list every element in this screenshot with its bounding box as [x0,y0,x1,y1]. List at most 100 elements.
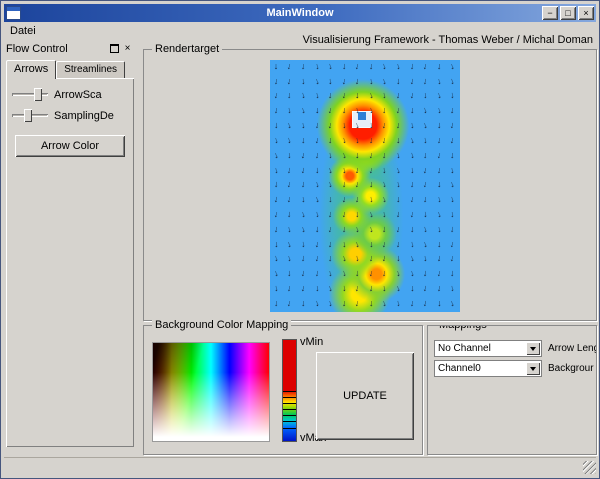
flow-arrow-icon: ↓ [436,225,442,235]
flow-arrow-icon: ↓ [355,195,361,205]
flow-arrow-icon: ↓ [423,195,429,204]
flow-arrow-icon: ↓ [300,62,306,71]
flow-arrow-icon: ↓ [368,165,374,175]
dropdown-button[interactable] [526,362,540,375]
flow-arrow-icon: ↓ [409,76,415,86]
background-mapping-row: Channel0 Backgrour [434,360,594,377]
slider-track[interactable] [12,93,48,96]
flow-arrow-icon: ↓ [327,180,333,190]
flow-arrow-icon: ↓ [286,76,292,86]
flow-arrow-icon: ↓ [273,106,279,116]
colorbar-tick [283,391,296,392]
flow-arrow-icon: ↓ [327,150,333,160]
flow-arrow-icon: ↓ [287,195,293,205]
flow-arrow-icon: ↓ [368,76,373,85]
sampling-density-slider[interactable] [12,108,48,123]
flow-arrow-icon: ↓ [409,135,415,145]
flow-arrow-icon: ↓ [409,180,415,189]
flow-arrow-icon: ↓ [422,121,429,131]
chevron-down-icon [530,347,536,351]
flow-arrow-icon: ↓ [300,224,306,234]
flow-arrow-icon: ↓ [287,106,293,116]
background-color-mapping-legend: Background Color Mapping [152,319,291,331]
flow-arrow-icon: ↓ [314,284,319,293]
flow-arrow-icon: ↓ [313,195,320,205]
flow-arrow-icon: ↓ [273,91,280,101]
vector-field[interactable]: ↓ ↓ ↓ ↓ ↓ ↓ ↓ ↓ ↓ ↓ ↓ ↓ ↓ ↓ ↓ ↓ ↓ ↓ ↓ ↓ ↓ ↓ ↓ ↓ ↓ ↓ ↓ ↓ ↓ ↓ ↓ ↓ ↓ ↓ ↓ ↓ ↓ ↓ ↓ ↓… [270,60,460,312]
flow-arrow-icon: ↓ [382,210,387,219]
flow-arrow-icon: ↓ [437,121,442,130]
tab-arrows[interactable]: Arrows [6,60,56,79]
flow-arrow-icon: ↓ [341,121,346,130]
flow-arrow-icon: ↓ [314,225,319,234]
arrows-tab-page: ArrowSca SamplingDe Arrow Color [6,78,134,447]
dock-close-button[interactable]: × [121,42,134,55]
flow-arrow-icon: ↓ [450,225,456,235]
flow-arrow-icon: ↓ [314,180,320,190]
flow-arrow-icon: ↓ [314,121,320,131]
tab-streamlines[interactable]: Streamlines [56,61,125,78]
flow-arrow-icon: ↓ [341,91,347,101]
update-button[interactable]: UPDATE [316,352,414,440]
flow-arrow-icon: ↓ [313,76,320,86]
main-panel: Visualisierung Framework - Thomas Weber … [141,41,596,457]
background-combobox[interactable]: Channel0 [434,360,542,377]
flow-arrow-icon: ↓ [368,136,374,145]
flow-arrow-icon: ↓ [382,284,387,293]
flow-arrow-icon: ↓ [287,210,292,219]
flow-arrow-icon: ↓ [354,284,360,294]
flow-arrow-icon: ↓ [395,210,401,220]
flow-arrow-icon: ↓ [437,62,442,71]
flow-arrow-icon: ↓ [300,180,305,189]
flow-arrow-icon: ↓ [300,269,306,279]
flow-arrow-icon: ↓ [287,151,292,160]
app-icon[interactable] [6,6,21,20]
arrow-scale-slider[interactable] [12,87,48,102]
flow-arrow-icon: ↓ [314,150,320,160]
colorbar[interactable] [282,339,297,442]
flow-arrow-icon: ↓ [381,180,387,190]
flow-arrow-icon: ↓ [273,225,279,235]
flow-arrow-icon: ↓ [300,165,306,175]
flow-arrow-icon: ↓ [354,165,360,175]
flow-arrow-icon: ↓ [354,106,360,116]
flow-arrow-icon: ↓ [395,150,401,160]
arrow-length-combobox[interactable]: No Channel [434,340,542,357]
flow-arrow-icon: ↓ [301,136,306,145]
flow-arrow-icon: ↓ [395,284,402,294]
close-button[interactable]: × [578,6,594,20]
dock-header[interactable]: Flow Control × [4,41,136,56]
mappings-legend: Mappings [436,325,490,331]
flow-arrow-icon: ↓ [368,62,373,71]
flow-arrow-icon: ↓ [273,150,280,160]
flow-arrow-icon: ↓ [381,239,387,249]
flow-arrow-icon: ↓ [368,254,374,264]
background-label: Backgrour [548,363,594,374]
flow-arrow-icon: ↓ [436,254,442,264]
maximize-button[interactable]: □ [560,6,576,20]
flow-arrow-icon: ↓ [450,210,455,219]
flow-arrow-icon: ↓ [369,299,374,308]
minimize-button[interactable]: − [542,6,558,20]
dropdown-button[interactable] [526,342,540,355]
slider-handle[interactable] [24,109,32,122]
color-gradient-picker[interactable] [152,342,270,442]
resize-grip-icon[interactable] [583,461,596,474]
title-bar[interactable]: MainWindow − □ × [4,4,596,22]
flow-arrow-icon: ↓ [369,180,374,189]
menu-item-datei[interactable]: Datei [4,23,42,39]
flow-arrow-icon: ↓ [423,136,429,145]
flow-arrow-icon: ↓ [449,121,455,131]
dock-float-button[interactable] [108,42,121,55]
flow-arrow-icon: ↓ [450,91,455,100]
slider-handle[interactable] [34,88,42,101]
flow-arrow-icon: ↓ [423,269,428,278]
arrow-color-button[interactable]: Arrow Color [15,135,125,157]
flow-arrow-icon: ↓ [355,254,361,264]
chevron-down-icon [530,367,536,371]
flow-arrow-icon: ↓ [341,299,346,308]
flow-arrow-icon: ↓ [409,210,415,220]
flow-arrow-icon: ↓ [382,225,387,234]
colorbar-tick [283,428,296,429]
flow-arrow-icon: ↓ [436,91,443,101]
